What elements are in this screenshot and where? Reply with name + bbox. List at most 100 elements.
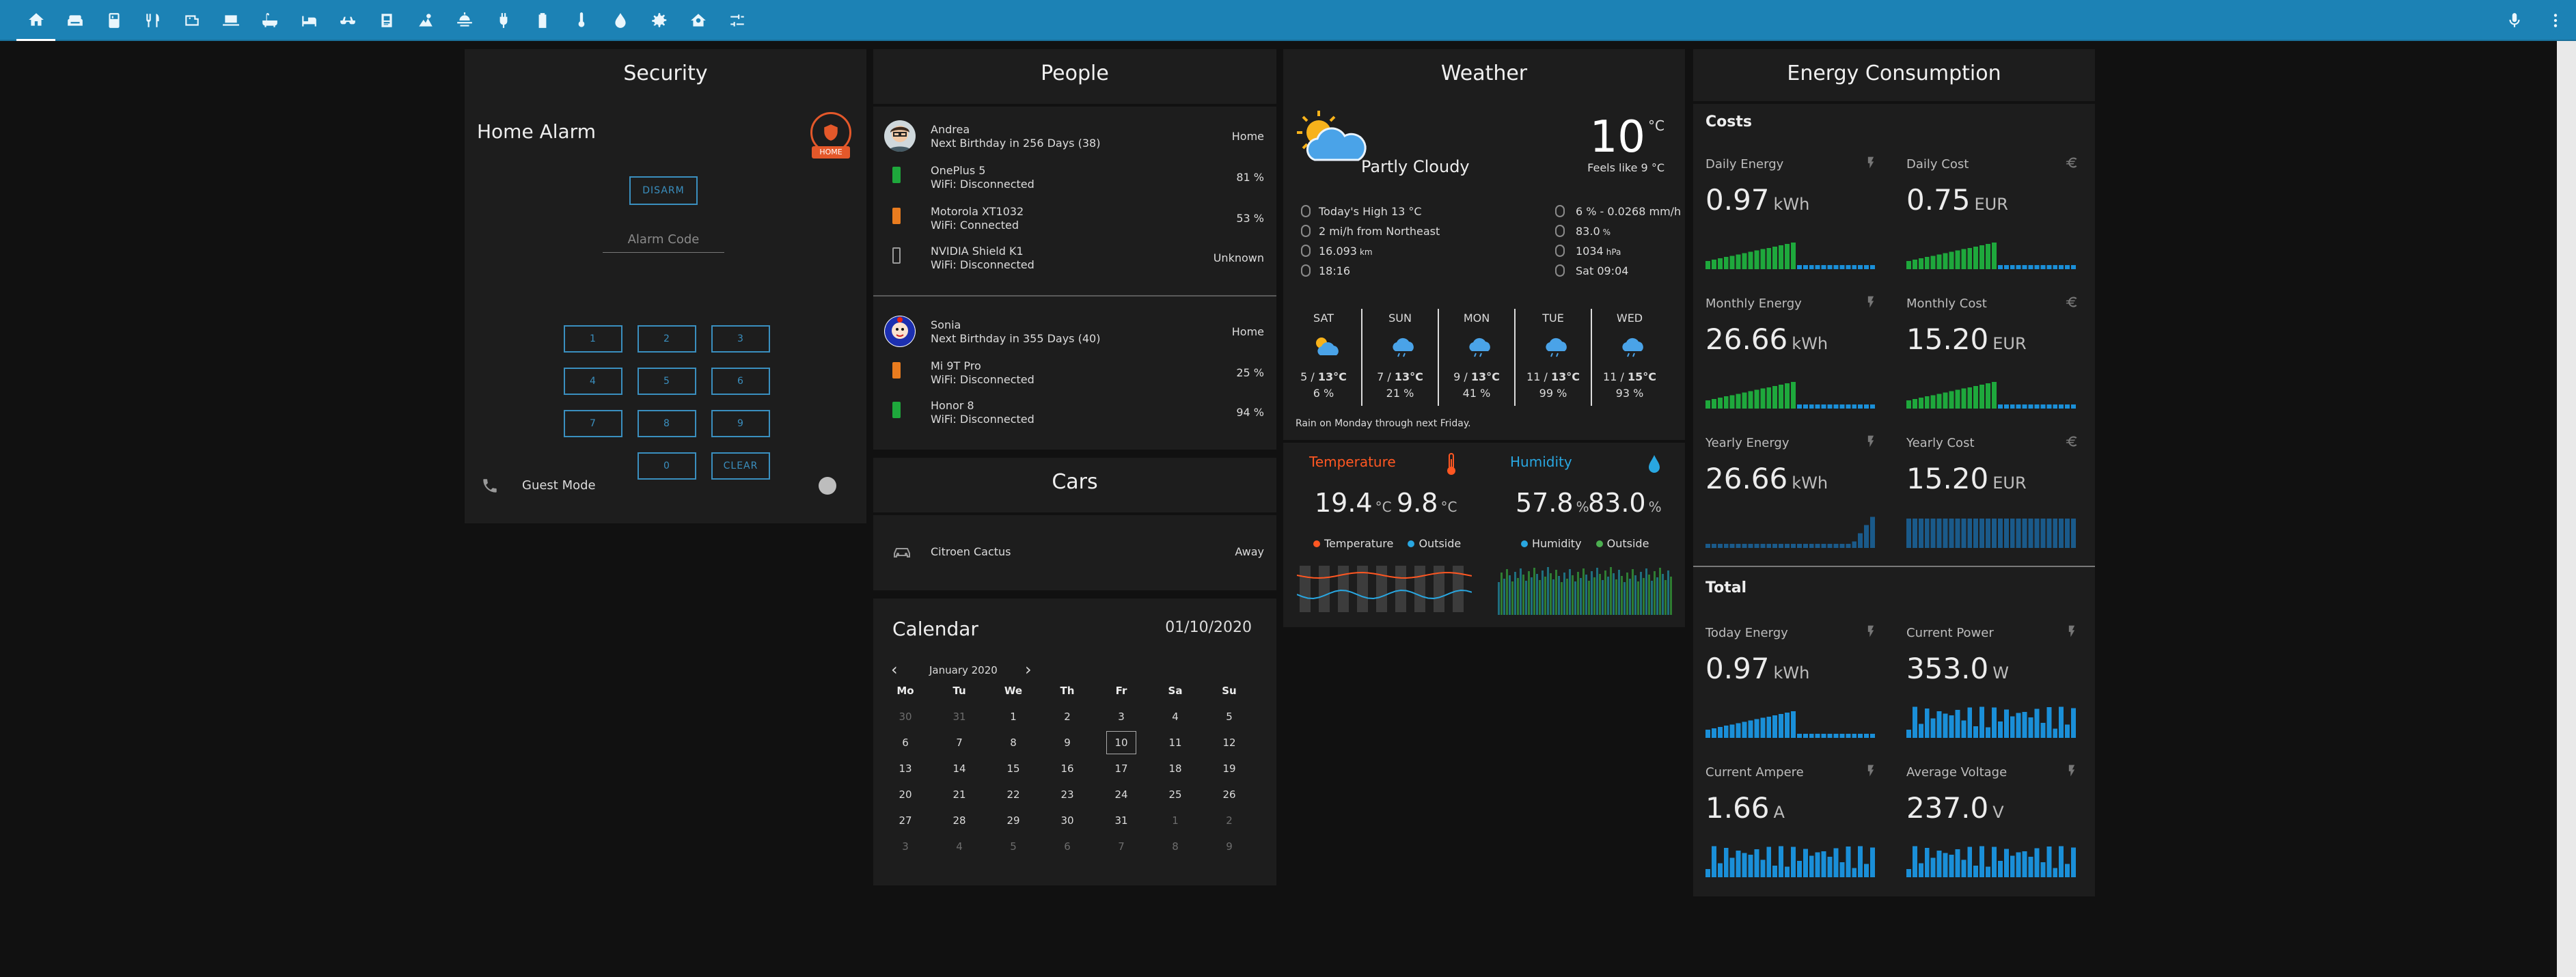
more-vert-icon[interactable]	[2535, 0, 2576, 41]
weather-detail-unit: hPa	[1606, 247, 1621, 257]
washing-machine-icon[interactable]	[172, 0, 211, 41]
home-icon[interactable]	[16, 0, 55, 41]
calendar-day[interactable]: 9	[1209, 840, 1250, 853]
garden-icon[interactable]	[406, 0, 445, 41]
andrea-avatar[interactable]	[884, 120, 916, 152]
id-card-icon[interactable]	[367, 0, 406, 41]
home-automation-icon[interactable]	[679, 0, 717, 41]
keypad-key-9[interactable]: 9	[711, 410, 770, 437]
calendar-day[interactable]: 23	[1047, 788, 1088, 801]
calendar-day[interactable]: 8	[1155, 840, 1196, 853]
calendar-day[interactable]: 19	[1209, 762, 1250, 775]
guest-mode-toggle[interactable]	[819, 477, 836, 495]
device-value: 53 %	[1236, 212, 1264, 225]
calendar-day[interactable]: 2	[1047, 711, 1088, 723]
pressure-icon	[1555, 245, 1565, 257]
calendar-day[interactable]: 8	[993, 737, 1034, 749]
settings-icon[interactable]	[640, 0, 679, 41]
thermometer-icon[interactable]	[562, 0, 601, 41]
calendar-weekday-header: Sa	[1168, 685, 1183, 697]
calendar-day[interactable]: 22	[993, 788, 1034, 801]
calendar-day[interactable]: 31	[939, 711, 980, 723]
keypad-key-8[interactable]: 8	[638, 410, 696, 437]
bathtub-icon[interactable]	[250, 0, 289, 41]
energy-unit: EUR	[1992, 334, 2027, 353]
keypad-key-5[interactable]: 5	[638, 368, 696, 395]
keypad-key-7[interactable]: 7	[564, 410, 622, 437]
fridge-icon[interactable]	[94, 0, 133, 41]
calendar-day[interactable]: 4	[1155, 711, 1196, 723]
next-month-button[interactable]: ›	[1025, 661, 1032, 678]
calendar-day[interactable]: 24	[1101, 788, 1142, 801]
calendar-day-selected[interactable]: 10	[1106, 731, 1136, 754]
car-name[interactable]: Citroen Cactus	[931, 545, 1011, 558]
calendar-day[interactable]: 28	[939, 814, 980, 827]
calendar-day[interactable]: 6	[885, 737, 926, 749]
bed-icon[interactable]	[289, 0, 328, 41]
energy-number: 353.0	[1906, 652, 1989, 685]
calendar-day[interactable]: 5	[1209, 711, 1250, 723]
calendar-day[interactable]: 3	[1101, 711, 1142, 723]
keypad-key-4[interactable]: 4	[564, 368, 622, 395]
flash-icon	[1864, 764, 1878, 778]
calendar-day[interactable]: 26	[1209, 788, 1250, 801]
calendar-day[interactable]: 7	[939, 737, 980, 749]
calendar-day[interactable]: 6	[1047, 840, 1088, 853]
calendar-day[interactable]: 18	[1155, 762, 1196, 775]
keypad-key-0[interactable]: 0	[638, 452, 696, 480]
sliders-icon[interactable]	[717, 0, 756, 41]
calendar-day[interactable]: 30	[885, 711, 926, 723]
calendar-day[interactable]: 31	[1101, 814, 1142, 827]
forecast-temps: 7 / 13°C	[1362, 370, 1438, 383]
euro-icon	[2065, 435, 2079, 448]
weather-sunset-icon[interactable]	[445, 0, 484, 41]
calendar-day[interactable]: 9	[1047, 737, 1088, 749]
temperature-inside-value: 19.4	[1315, 488, 1373, 518]
prev-month-button[interactable]: ‹	[891, 661, 898, 678]
calendar-day[interactable]: 7	[1101, 840, 1142, 853]
calendar-day[interactable]: 16	[1047, 762, 1088, 775]
rainy-icon	[1542, 335, 1569, 361]
alarm-code-input[interactable]: Alarm Code	[603, 232, 724, 253]
disarm-button[interactable]: DISARM	[629, 176, 698, 205]
calendar-day[interactable]: 13	[885, 762, 926, 775]
forecast-day: SAT	[1313, 312, 1334, 325]
plug-icon[interactable]	[484, 0, 523, 41]
battery-icon[interactable]	[523, 0, 562, 41]
sunset-icon	[1301, 264, 1311, 277]
calendar-day[interactable]: 21	[939, 788, 980, 801]
calendar-day[interactable]: 20	[885, 788, 926, 801]
keypad-key-6[interactable]: 6	[711, 368, 770, 395]
keypad-key-2[interactable]: 2	[638, 325, 696, 353]
calendar-day[interactable]: 14	[939, 762, 980, 775]
calendar-day[interactable]: 5	[993, 840, 1034, 853]
forecast-low: 5	[1300, 370, 1308, 383]
calendar-day[interactable]: 15	[993, 762, 1034, 775]
weather-detail-unit: %	[1602, 228, 1611, 237]
sonia-avatar[interactable]	[884, 316, 916, 347]
keypad-key-clear[interactable]: CLEAR	[711, 452, 770, 480]
calendar-day[interactable]: 1	[993, 711, 1034, 723]
forecast-high: 13°C	[1317, 370, 1347, 383]
device-name: OnePlus 5	[931, 164, 986, 177]
calendar-day[interactable]: 11	[1155, 737, 1196, 749]
microphone-icon[interactable]	[2494, 0, 2535, 41]
calendar-day[interactable]: 12	[1209, 737, 1250, 749]
calendar-day[interactable]: 30	[1047, 814, 1088, 827]
kitchen-icon[interactable]	[133, 0, 172, 41]
calendar-day[interactable]: 27	[885, 814, 926, 827]
laptop-icon[interactable]	[211, 0, 250, 41]
page-scrollbar[interactable]	[2557, 41, 2576, 977]
calendar-day[interactable]: 1	[1155, 814, 1196, 827]
sofa-icon[interactable]	[55, 0, 94, 41]
keypad-key-3[interactable]: 3	[711, 325, 770, 353]
keypad-key-1[interactable]: 1	[564, 325, 622, 353]
calendar-day[interactable]: 29	[993, 814, 1034, 827]
glasses-icon[interactable]	[328, 0, 367, 41]
calendar-day[interactable]: 4	[939, 840, 980, 853]
calendar-day[interactable]: 25	[1155, 788, 1196, 801]
calendar-day[interactable]: 2	[1209, 814, 1250, 827]
calendar-day[interactable]: 3	[885, 840, 926, 853]
water-icon[interactable]	[601, 0, 640, 41]
calendar-day[interactable]: 17	[1101, 762, 1142, 775]
